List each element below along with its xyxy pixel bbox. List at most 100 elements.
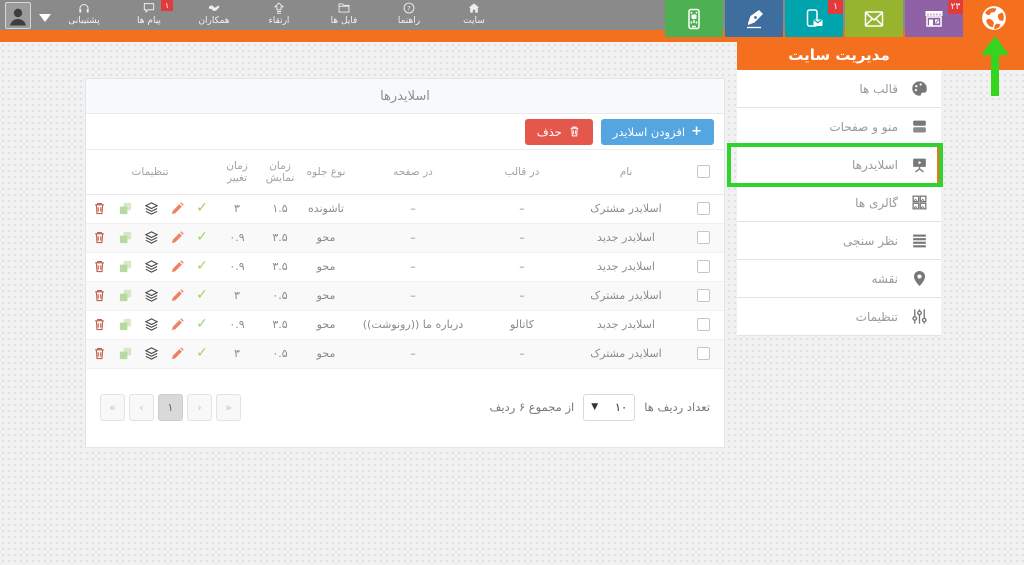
- app-buttons: ۱ ۲۳: [665, 0, 963, 37]
- cell-template: –: [474, 252, 570, 281]
- delete-row-icon[interactable]: [92, 230, 107, 245]
- nav-item-messages[interactable]: ۱ پیام ها: [123, 0, 175, 30]
- layers-icon[interactable]: [144, 259, 159, 274]
- cell-page: –: [352, 194, 474, 223]
- select-all-checkbox[interactable]: [697, 165, 710, 178]
- row-checkbox[interactable]: [697, 318, 710, 331]
- user-menu[interactable]: [5, 2, 51, 29]
- gallery-icon: [910, 193, 929, 212]
- approve-icon[interactable]: ✓: [196, 201, 208, 216]
- edit-icon[interactable]: [170, 288, 185, 303]
- cell-name: اسلایدر مشترک: [570, 281, 682, 310]
- cell-show-time: ۱.۵: [260, 194, 300, 223]
- layers-icon[interactable]: [144, 201, 159, 216]
- nav-item-help[interactable]: ? راهنما: [383, 0, 435, 30]
- sidebar-item-menu-pages[interactable]: منو و صفحات: [737, 108, 941, 146]
- cell-page: –: [352, 223, 474, 252]
- chevron-down-icon: ▼: [591, 402, 598, 412]
- edit-icon[interactable]: [170, 259, 185, 274]
- edit-icon[interactable]: [170, 346, 185, 361]
- edit-icon[interactable]: [170, 317, 185, 332]
- trash-icon: [568, 125, 581, 138]
- duplicate-icon[interactable]: [118, 317, 133, 332]
- design-button[interactable]: [725, 0, 783, 37]
- duplicate-icon[interactable]: [118, 346, 133, 361]
- rows-count-label: تعداد ردیف ها: [644, 400, 710, 414]
- nav-item-partners[interactable]: همکاران: [188, 0, 240, 30]
- sidebar-item-sliders[interactable]: اسلایدرها: [737, 146, 941, 184]
- approve-icon[interactable]: ✓: [196, 317, 208, 332]
- nav-label: سایت: [463, 15, 485, 28]
- sidebar-item-poll[interactable]: نظر سنجی: [737, 222, 941, 260]
- approve-icon[interactable]: ✓: [196, 288, 208, 303]
- nav-label: پیام ها: [137, 15, 161, 28]
- layers-icon[interactable]: [144, 317, 159, 332]
- approve-icon[interactable]: ✓: [196, 259, 208, 274]
- delete-row-icon[interactable]: [92, 288, 107, 303]
- row-checkbox[interactable]: [697, 202, 710, 215]
- sidebar-item-settings[interactable]: تنظیمات: [737, 298, 941, 336]
- first-page-button[interactable]: «: [100, 394, 125, 421]
- sms-button[interactable]: ۱: [785, 0, 843, 37]
- mobile-app-button[interactable]: [665, 0, 723, 37]
- delete-row-icon[interactable]: [92, 346, 107, 361]
- edit-icon[interactable]: [170, 201, 185, 216]
- cell-change-time: ۳: [214, 194, 260, 223]
- cell-page: درباره ما ((رونوشت)): [352, 310, 474, 339]
- col-header-settings: تنظیمات: [86, 150, 214, 194]
- pages-icon: [910, 117, 929, 136]
- layers-icon[interactable]: [144, 230, 159, 245]
- nav-label: همکاران: [198, 15, 229, 28]
- avatar[interactable]: [5, 2, 31, 29]
- nav-item-files[interactable]: فایل ها: [318, 0, 370, 30]
- nav-item-upgrade[interactable]: ارتقاء: [253, 0, 305, 30]
- duplicate-icon[interactable]: [118, 288, 133, 303]
- next-page-button[interactable]: ›: [187, 394, 212, 421]
- approve-icon[interactable]: ✓: [196, 346, 208, 361]
- page-1-button[interactable]: ۱: [158, 394, 183, 421]
- cell-change-time: ۳: [214, 281, 260, 310]
- palette-icon: [910, 79, 929, 98]
- duplicate-icon[interactable]: [118, 259, 133, 274]
- delete-button[interactable]: حذف: [525, 119, 593, 145]
- delete-row-icon[interactable]: [92, 201, 107, 216]
- mobile-app-icon: [682, 7, 706, 31]
- layers-icon[interactable]: [144, 346, 159, 361]
- nav-item-site[interactable]: سایت: [448, 0, 500, 30]
- store-button[interactable]: ۲۳: [905, 0, 963, 37]
- row-checkbox[interactable]: [697, 289, 710, 302]
- duplicate-icon[interactable]: [118, 230, 133, 245]
- edit-icon[interactable]: [170, 230, 185, 245]
- row-checkbox[interactable]: [697, 347, 710, 360]
- cell-template: –: [474, 339, 570, 368]
- globe-icon[interactable]: [979, 3, 1009, 33]
- delete-row-icon[interactable]: [92, 259, 107, 274]
- last-page-button[interactable]: »: [216, 394, 241, 421]
- select-all-header: [682, 150, 724, 194]
- sidebar-item-themes[interactable]: قالب ها: [737, 70, 941, 108]
- table-row: اسلایدر مشترک – – محو ۰.۵ ۳ ✓: [86, 281, 724, 310]
- toolbar: + افزودن اسلایدر حذف: [86, 114, 724, 150]
- prev-page-button[interactable]: ‹: [129, 394, 154, 421]
- rows-per-page-select[interactable]: ۱۰ ▼: [583, 394, 635, 421]
- approve-icon[interactable]: ✓: [196, 230, 208, 245]
- map-pin-icon: [910, 269, 929, 288]
- chevron-down-icon[interactable]: [39, 14, 51, 22]
- row-checkbox[interactable]: [697, 260, 710, 273]
- cell-name: اسلایدر جدید: [570, 223, 682, 252]
- duplicate-icon[interactable]: [118, 201, 133, 216]
- email-button[interactable]: [845, 0, 903, 37]
- col-header-name: نام: [570, 150, 682, 194]
- sidebar-item-galleries[interactable]: گالری ها: [737, 184, 941, 222]
- add-slider-button[interactable]: + افزودن اسلایدر: [601, 119, 714, 145]
- cell-effect: تاشونده: [300, 194, 352, 223]
- sidebar-item-label: تنظیمات: [856, 310, 898, 324]
- sidebar-item-label: قالب ها: [859, 82, 898, 96]
- cell-name: اسلایدر مشترک: [570, 339, 682, 368]
- sidebar-item-map[interactable]: نقشه: [737, 260, 941, 298]
- delete-row-icon[interactable]: [92, 317, 107, 332]
- nav-item-support[interactable]: پشتیبانی: [58, 0, 110, 30]
- layers-icon[interactable]: [144, 288, 159, 303]
- row-checkbox[interactable]: [697, 231, 710, 244]
- cell-show-time: ۰.۵: [260, 339, 300, 368]
